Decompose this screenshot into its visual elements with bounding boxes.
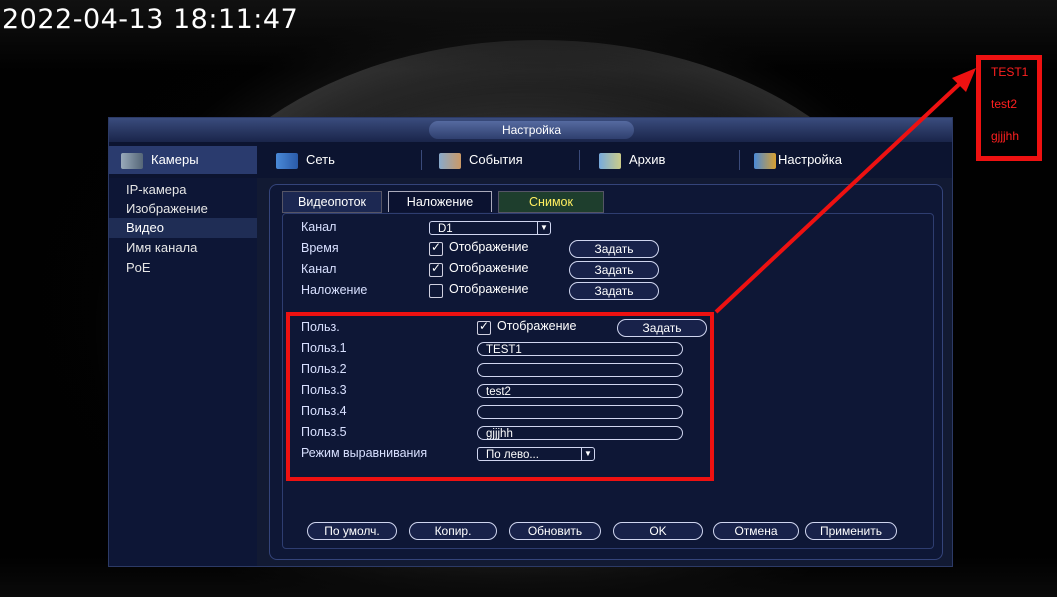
archive-icon bbox=[599, 152, 621, 169]
tab-video-stream[interactable]: Видеопоток bbox=[282, 191, 382, 213]
sidebar-item-channel-name[interactable]: Имя канала bbox=[109, 238, 257, 258]
nav-network-label: Сеть bbox=[306, 152, 335, 167]
nav-settings[interactable]: Настройка bbox=[754, 146, 894, 174]
apply-button[interactable]: Применить bbox=[805, 522, 897, 540]
nav-archive-label: Архив bbox=[629, 152, 666, 167]
channel-set-button[interactable]: Задать bbox=[569, 261, 659, 279]
window-title: Настройка bbox=[429, 121, 634, 139]
default-button[interactable]: По умолч. bbox=[307, 522, 397, 540]
overlay-display-label: Отображение bbox=[449, 282, 529, 296]
refresh-button[interactable]: Обновить bbox=[509, 522, 601, 540]
time-set-button[interactable]: Задать bbox=[569, 240, 659, 258]
nav-settings-label: Настройка bbox=[778, 152, 842, 167]
nav-cameras-label: Камеры bbox=[151, 152, 199, 167]
nav-events-label: События bbox=[469, 152, 523, 167]
preview-text-3: gjjjhh bbox=[991, 129, 1020, 143]
time-display-label: Отображение bbox=[449, 240, 529, 254]
settings-icon bbox=[754, 152, 776, 169]
sidebar: IP-камера Изображение Видео Имя канала P… bbox=[109, 178, 257, 566]
camera-icon bbox=[121, 152, 143, 169]
user-text-preview-box: TEST1 test2 gjjjhh bbox=[976, 55, 1042, 161]
time-label: Время bbox=[301, 241, 339, 255]
top-navigation: Камеры Сеть События Архив Настройка bbox=[109, 142, 952, 178]
channel-select[interactable]: D1 ▼ bbox=[429, 221, 551, 235]
copy-button[interactable]: Копир. bbox=[409, 522, 497, 540]
channel-label: Канал bbox=[301, 220, 337, 234]
preview-text-2: test2 bbox=[991, 97, 1018, 111]
ok-button[interactable]: OK bbox=[613, 522, 703, 540]
channel-display-checkbox[interactable] bbox=[429, 261, 443, 277]
tab-overlay[interactable]: Наложение bbox=[388, 191, 492, 212]
nav-divider bbox=[579, 150, 580, 170]
sidebar-item-video[interactable]: Видео bbox=[109, 218, 257, 238]
channel-display-label: Отображение bbox=[449, 261, 529, 275]
events-icon bbox=[439, 152, 461, 169]
channel-name-label: Канал bbox=[301, 262, 337, 276]
time-display-checkbox[interactable] bbox=[429, 240, 443, 256]
sidebar-item-ip-camera[interactable]: IP-камера bbox=[109, 180, 257, 200]
chevron-down-icon: ▼ bbox=[537, 222, 550, 234]
nav-divider bbox=[739, 150, 740, 170]
nav-archive[interactable]: Архив bbox=[599, 146, 729, 174]
overlay-set-button[interactable]: Задать bbox=[569, 282, 659, 300]
timestamp-overlay: 2022-04-13 18:11:47 bbox=[2, 4, 299, 35]
sidebar-item-poe[interactable]: PoE bbox=[109, 258, 257, 278]
nav-network[interactable]: Сеть bbox=[276, 146, 416, 174]
user-fields-highlight-box bbox=[286, 312, 714, 481]
preview-text-1: TEST1 bbox=[991, 65, 1029, 79]
channel-select-value: D1 bbox=[438, 223, 453, 235]
nav-divider bbox=[421, 150, 422, 170]
tab-snapshot[interactable]: Снимок bbox=[498, 191, 604, 213]
sidebar-item-image[interactable]: Изображение bbox=[109, 199, 257, 219]
overlay-display-checkbox[interactable] bbox=[429, 284, 443, 298]
network-icon bbox=[276, 152, 298, 169]
cancel-button[interactable]: Отмена bbox=[713, 522, 799, 540]
window-title-bar: Настройка bbox=[109, 118, 952, 142]
nav-cameras[interactable]: Камеры bbox=[109, 146, 257, 174]
overlay-label: Наложение bbox=[301, 283, 368, 297]
nav-events[interactable]: События bbox=[439, 146, 579, 174]
